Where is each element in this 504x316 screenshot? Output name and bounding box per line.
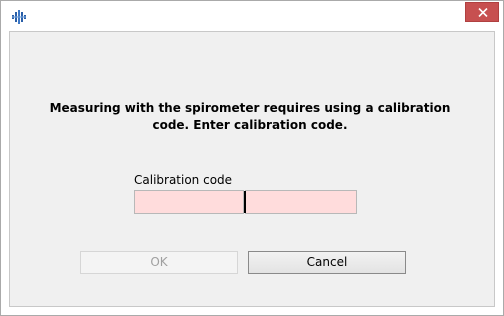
calibration-code-field-2[interactable] xyxy=(245,190,357,214)
title-bar[interactable] xyxy=(1,1,503,31)
close-icon xyxy=(478,8,488,17)
calibration-code-field-1[interactable] xyxy=(134,190,244,214)
ok-button[interactable]: OK xyxy=(80,251,238,274)
calibration-code-label: Calibration code xyxy=(134,173,233,187)
cancel-button[interactable]: Cancel xyxy=(248,251,406,274)
dialog-content: Measuring with the spirometer requires u… xyxy=(9,31,495,307)
close-button[interactable] xyxy=(465,2,499,22)
instruction-message: Measuring with the spirometer requires u… xyxy=(49,101,451,132)
dialog-window: Measuring with the spirometer requires u… xyxy=(0,0,504,316)
app-icon xyxy=(11,9,27,25)
text-caret xyxy=(244,191,246,213)
